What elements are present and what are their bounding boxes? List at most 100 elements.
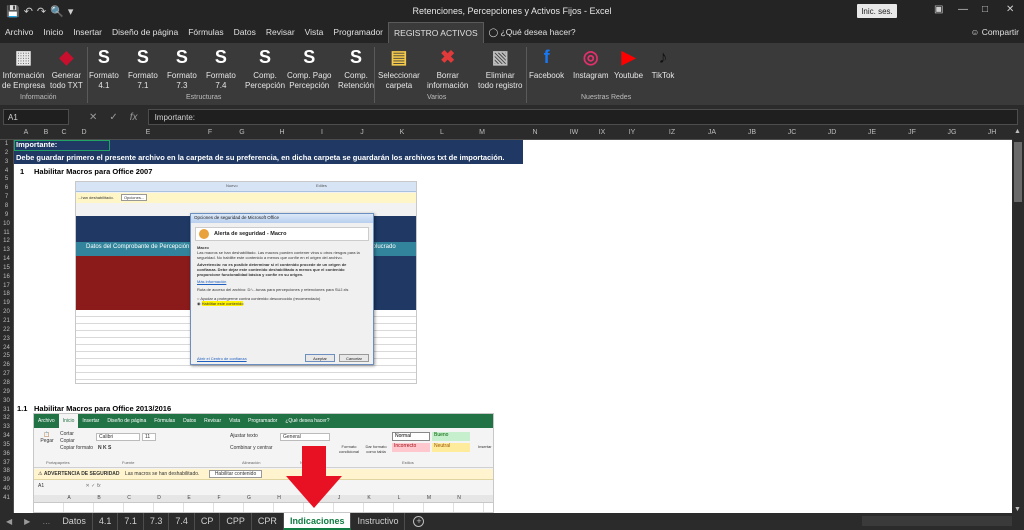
column-header[interactable]: JF	[900, 129, 924, 136]
row-header[interactable]: 37	[0, 460, 13, 466]
name-box[interactable]: A1	[3, 109, 69, 125]
scroll-thumb[interactable]	[1014, 142, 1022, 202]
row-header[interactable]: 28	[0, 380, 13, 386]
row-header[interactable]: 9	[0, 212, 13, 218]
column-header[interactable]: N	[523, 129, 547, 136]
column-header[interactable]: JB	[740, 129, 764, 136]
row-header[interactable]: 11	[0, 230, 13, 236]
formula-input[interactable]: Importante:	[147, 109, 1018, 125]
minimize-icon[interactable]: —	[958, 4, 968, 15]
function-icon[interactable]: fx	[130, 112, 138, 123]
column-header[interactable]: L	[430, 129, 454, 136]
column-header[interactable]: J	[350, 129, 374, 136]
row-header[interactable]: 2	[0, 150, 13, 156]
ribbon-button[interactable]: S Formato 7.4	[206, 45, 236, 91]
column-header[interactable]: F	[198, 129, 222, 136]
column-header[interactable]: JG	[940, 129, 964, 136]
ribbon-button[interactable]: S Comp. Retención	[338, 45, 374, 91]
row-header[interactable]: 18	[0, 291, 13, 297]
row-header[interactable]: 32	[0, 415, 13, 421]
row-header[interactable]: 16	[0, 274, 13, 280]
row-header[interactable]: 13	[0, 247, 13, 253]
column-header[interactable]: G	[230, 129, 254, 136]
column-header[interactable]: JD	[820, 129, 844, 136]
row-header[interactable]: 19	[0, 300, 13, 306]
column-header[interactable]: JH	[980, 129, 1004, 136]
row-header[interactable]: 30	[0, 398, 13, 404]
tab-insertar[interactable]: Insertar	[68, 22, 107, 43]
next-sheet-icon[interactable]: ▶	[24, 517, 30, 526]
sheet-tab[interactable]: Instructivo	[351, 513, 406, 530]
row-header[interactable]: 22	[0, 327, 13, 333]
tell-me-search[interactable]: ◯ ¿Qué desea hacer?	[484, 22, 581, 43]
sheet-tab[interactable]: CPP	[220, 513, 252, 530]
ribbon-button[interactable]: ▦ Información de Empresa	[2, 45, 45, 91]
sheet-tab[interactable]: 7.1	[118, 513, 144, 530]
column-header[interactable]: M	[470, 129, 494, 136]
ribbon-button[interactable]: ◆ Generar todo TXT	[50, 45, 83, 91]
ribbon-button[interactable]: S Formato 4.1	[89, 45, 119, 91]
ribbon-button[interactable]: S Comp. Percepción	[245, 45, 285, 91]
row-header[interactable]: 27	[0, 371, 13, 377]
tab-registro-activos[interactable]: REGISTRO ACTIVOS	[388, 22, 484, 43]
row-header[interactable]: 38	[0, 468, 13, 474]
row-header[interactable]: 6	[0, 185, 13, 191]
row-header[interactable]: 10	[0, 221, 13, 227]
column-header[interactable]: JC	[780, 129, 804, 136]
column-header[interactable]: H	[270, 129, 294, 136]
column-header[interactable]: JE	[860, 129, 884, 136]
share-button[interactable]: ☺ Compartir	[966, 22, 1024, 43]
sheet-tab[interactable]: Datos	[56, 513, 93, 530]
sheet-tab-active[interactable]: Indicaciones	[283, 513, 352, 530]
tab-formulas[interactable]: Fórmulas	[183, 22, 228, 43]
column-header[interactable]: JA	[700, 129, 724, 136]
row-header[interactable]: 25	[0, 353, 13, 359]
row-header[interactable]: 20	[0, 309, 13, 315]
enter-icon[interactable]: ✓	[109, 112, 117, 123]
sign-in-button[interactable]: Inic. ses.	[857, 4, 897, 18]
active-cell[interactable]	[14, 140, 110, 151]
row-header[interactable]: 31	[0, 407, 13, 413]
sheet-tab[interactable]: 7.4	[169, 513, 195, 530]
ribbon-button[interactable]: ✖ Borrar información	[427, 45, 468, 91]
tab-inicio[interactable]: Inicio	[38, 22, 68, 43]
ribbon-button[interactable]: S Formato 7.3	[167, 45, 197, 91]
column-header[interactable]: K	[390, 129, 414, 136]
row-header[interactable]: 7	[0, 194, 13, 200]
row-header[interactable]: 3	[0, 159, 13, 165]
row-header[interactable]: 8	[0, 203, 13, 209]
horizontal-scrollbar[interactable]	[862, 516, 1012, 526]
row-header[interactable]: 5	[0, 176, 13, 182]
row-header[interactable]: 40	[0, 486, 13, 492]
ribbon-button[interactable]: ▤ Seleccionar carpeta	[378, 45, 420, 91]
row-header[interactable]: 34	[0, 433, 13, 439]
tab-archivo[interactable]: Archivo	[0, 22, 38, 43]
sheet-tab[interactable]: 4.1	[93, 513, 119, 530]
column-header[interactable]: I	[310, 129, 334, 136]
row-header[interactable]: 17	[0, 283, 13, 289]
scroll-up-icon[interactable]: ▲	[1014, 128, 1021, 135]
ribbon-display-icon[interactable]: ▣	[934, 4, 943, 15]
row-header[interactable]: 35	[0, 442, 13, 448]
ribbon-button[interactable]: S Formato 7.1	[128, 45, 158, 91]
row-header[interactable]: 12	[0, 238, 13, 244]
tab-diseno-pagina[interactable]: Diseño de página	[107, 22, 183, 43]
prev-sheet-icon[interactable]: ◀	[6, 517, 12, 526]
add-sheet-icon[interactable]: +	[413, 516, 425, 527]
column-header[interactable]: IZ	[660, 129, 684, 136]
ribbon-button[interactable]: S Comp. Pago Percepción	[287, 45, 331, 91]
row-header[interactable]: 36	[0, 451, 13, 457]
ribbon-button[interactable]: ♪ TikTok	[651, 45, 675, 81]
column-header[interactable]: IX	[590, 129, 614, 136]
sheet-tab[interactable]: CP	[195, 513, 221, 530]
row-header[interactable]: 29	[0, 389, 13, 395]
close-icon[interactable]: ✕	[1006, 4, 1014, 15]
column-header[interactable]: IW	[562, 129, 586, 136]
row-header[interactable]: 21	[0, 318, 13, 324]
tab-datos[interactable]: Datos	[229, 22, 261, 43]
tab-vista[interactable]: Vista	[300, 22, 329, 43]
tab-revisar[interactable]: Revisar	[261, 22, 300, 43]
row-header[interactable]: 14	[0, 256, 13, 262]
tab-programador[interactable]: Programador	[328, 22, 388, 43]
ribbon-button[interactable]: ◎ Instagram	[573, 45, 609, 81]
